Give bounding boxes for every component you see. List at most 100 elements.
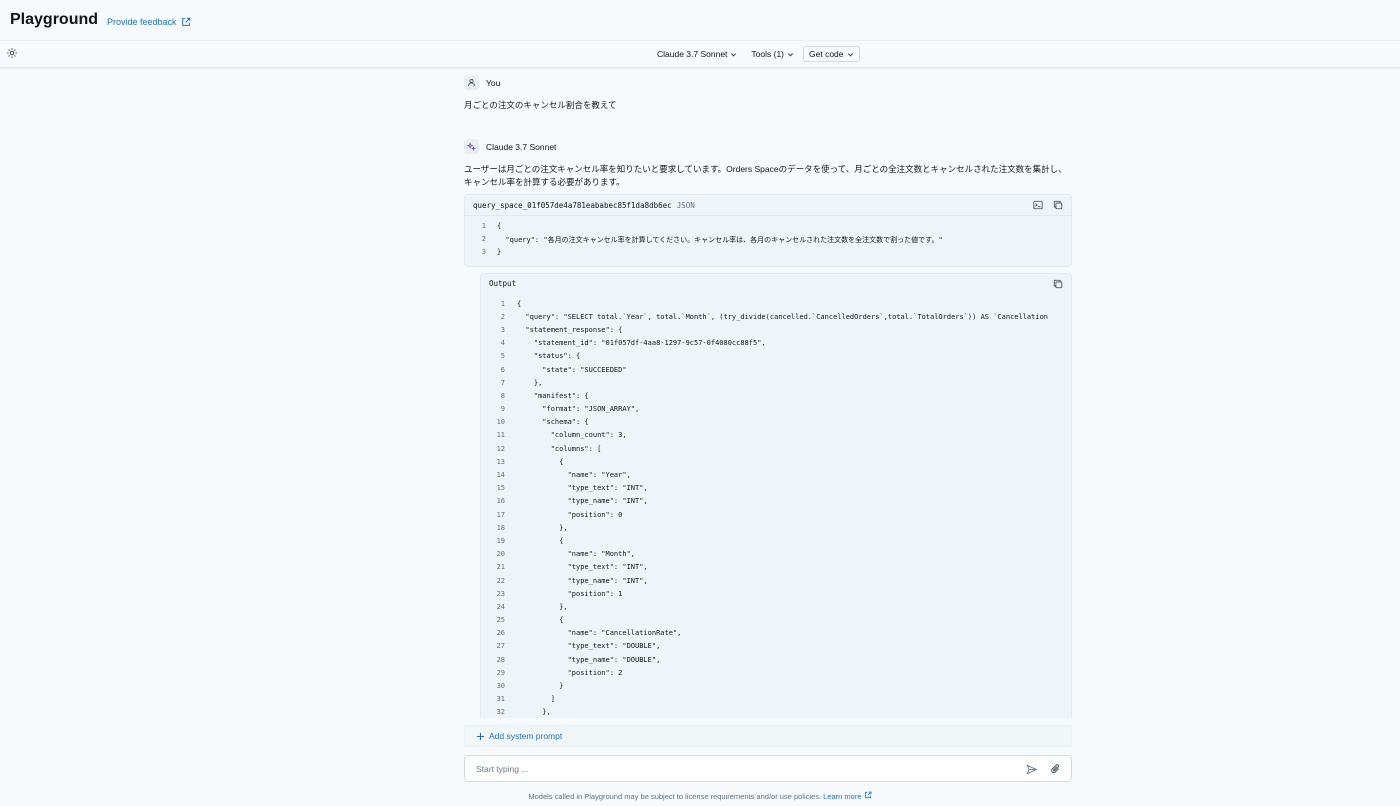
code-line: 3 "statement_response": {	[481, 326, 1071, 339]
output-code: 1{2 "query": "SELECT total.`Year`, total…	[481, 294, 1071, 718]
code-line: 11 "column_count": 3,	[481, 431, 1071, 444]
code-line: 24 },	[481, 603, 1071, 616]
message-input-box	[464, 755, 1072, 782]
code-text: "position": 2	[517, 668, 623, 677]
copy-icon[interactable]	[1053, 279, 1063, 289]
code-text: "name": "Year",	[517, 471, 631, 479]
line-number: 7	[500, 378, 505, 387]
code-text: "statement_id": "01f057df-4aa8-1297-9c57…	[517, 339, 766, 348]
line-number: 32	[496, 708, 505, 717]
gear-icon[interactable]	[6, 47, 18, 59]
assistant-avatar	[464, 139, 479, 154]
assistant-message: ユーザーは月ごとの注文キャンセル率を知りたいと要求しています。Orders Sp…	[464, 164, 1067, 187]
line-number: 18	[496, 523, 505, 532]
code-line: 20 "name": "Month",	[481, 550, 1071, 563]
code-line: 2 "query": "SELECT total.`Year`, total.`…	[481, 313, 1071, 326]
line-number: 24	[496, 602, 505, 611]
code-text: "type_text": "INT",	[517, 484, 648, 493]
user-avatar	[464, 75, 479, 90]
output-label: Output	[489, 279, 517, 289]
code-line: 31 ]	[481, 695, 1071, 708]
app-title: Playground	[10, 11, 99, 28]
code-line: 4 "statement_id": "01f057df-4aa8-1297-9c…	[481, 339, 1071, 352]
code-text: "position": 1	[517, 589, 623, 598]
code-line: 10 "schema": {	[481, 418, 1071, 431]
code-text: {	[497, 222, 502, 230]
code-text: {	[517, 616, 564, 625]
provide-feedback-link[interactable]: Provide feedback	[107, 17, 191, 27]
footer-text: Models called in Playground may be subje…	[528, 792, 822, 801]
code-text: "type_name": "DOUBLE",	[517, 655, 661, 664]
tools-dropdown[interactable]: Tools (1)	[746, 46, 799, 62]
code-line: 16 "type_name": "INT",	[481, 497, 1071, 510]
code-text: "type_name": "INT",	[517, 497, 648, 506]
get-code-button[interactable]: Get code	[803, 46, 860, 62]
add-system-prompt-button[interactable]: Add system prompt	[464, 725, 1072, 747]
message-input[interactable]	[476, 763, 976, 774]
chevron-down-icon	[787, 52, 794, 57]
line-number: 25	[496, 616, 505, 625]
line-number: 2	[481, 235, 486, 244]
code-line: 13 {	[481, 458, 1071, 471]
chevron-down-icon	[847, 52, 853, 56]
tool-name: query_space_01f057de4a781eababec85f1da8d…	[473, 200, 672, 210]
line-number: 11	[496, 431, 505, 440]
conversation-panel[interactable]: You 月ごとの注文のキャンセル割合を教えて Claude 3.7 Sonnet…	[464, 68, 1072, 718]
code-line: 3}	[465, 248, 1071, 261]
user-message: 月ごとの注文のキャンセル割合を教えて	[464, 100, 617, 110]
copy-icon[interactable]	[1053, 200, 1063, 210]
top-bar: Playground Provide feedback	[0, 0, 1400, 41]
code-line: 12 "columns": [	[481, 445, 1071, 458]
get-code-label: Get code	[809, 49, 844, 59]
line-number: 15	[496, 484, 505, 493]
code-text: },	[517, 378, 543, 387]
code-text: },	[517, 523, 568, 532]
tool-output-card[interactable]: Output 1{2 "query": "SELECT total.`Year`…	[480, 272, 1072, 718]
code-text: "status": {	[517, 352, 581, 361]
line-number: 21	[496, 563, 505, 572]
code-line: 1{	[481, 300, 1071, 313]
code-text: }	[497, 248, 502, 257]
code-line: 28 "type_name": "DOUBLE",	[481, 656, 1071, 669]
add-system-prompt-label: Add system prompt	[489, 731, 563, 741]
line-number: 30	[496, 682, 505, 690]
terminal-icon[interactable]	[1033, 200, 1043, 210]
line-number: 23	[496, 589, 505, 598]
paperclip-icon[interactable]	[1050, 763, 1061, 775]
code-line: 7 },	[481, 379, 1071, 392]
line-number: 27	[496, 642, 505, 651]
line-number: 22	[496, 576, 505, 585]
tools-label: Tools (1)	[751, 49, 785, 59]
tool-call-code: 1{ 2 "query": "各月の注文キャンセル率を計算してください。キャンセ…	[465, 216, 1071, 266]
line-number: 19	[496, 536, 505, 545]
code-line: 32 },	[481, 708, 1071, 718]
line-number: 1	[481, 222, 486, 230]
line-number: 16	[496, 497, 505, 506]
learn-more-link[interactable]: Learn more	[823, 791, 872, 801]
line-number: 9	[500, 405, 505, 414]
code-line: 18 },	[481, 524, 1071, 537]
code-line: 27 "type_text": "DOUBLE",	[481, 642, 1071, 655]
tool-lang-label: JSON	[676, 200, 695, 210]
code-line: 14 "name": "Year",	[481, 471, 1071, 484]
composer: Add system prompt	[464, 725, 1072, 785]
code-text: "state": "SUCCEEDED"	[517, 365, 627, 374]
code-text: "name": "Month",	[517, 550, 636, 559]
tool-call-header: query_space_01f057de4a781eababec85f1da8d…	[465, 195, 1071, 216]
line-number: 29	[496, 668, 505, 677]
code-line: 6 "state": "SUCCEEDED"	[481, 366, 1071, 379]
code-text: "type_text": "DOUBLE",	[517, 642, 661, 651]
line-number: 3	[481, 248, 486, 257]
line-number: 8	[500, 391, 505, 400]
line-number: 13	[496, 457, 505, 466]
send-icon[interactable]	[1026, 764, 1037, 775]
code-text: "manifest": {	[517, 391, 589, 400]
line-number: 4	[500, 339, 505, 348]
code-text: {	[517, 536, 564, 545]
sparkle-icon	[467, 142, 476, 151]
line-number: 17	[496, 510, 505, 519]
code-text: }	[517, 682, 564, 690]
line-number: 26	[496, 629, 505, 638]
toolbar: Claude 3.7 Sonnet Tools (1) Get code	[0, 41, 1400, 68]
model-selector[interactable]: Claude 3.7 Sonnet	[652, 46, 742, 62]
